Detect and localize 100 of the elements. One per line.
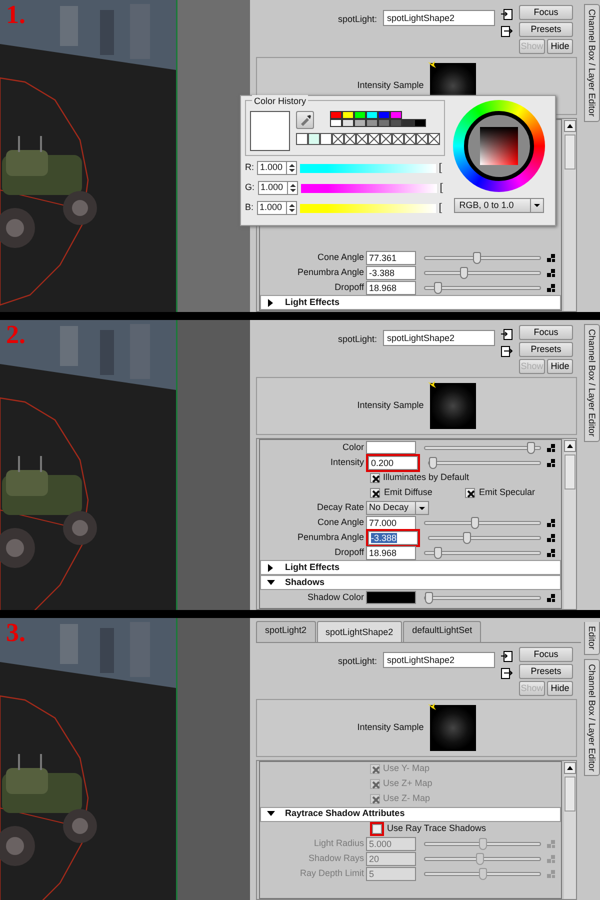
expanded-triangle-icon[interactable] [267,578,275,586]
section-header[interactable]: Raytrace Shadow Attributes [260,806,561,822]
color-gradient-bar[interactable] [300,204,436,212]
color-gradient-bar[interactable] [300,164,436,172]
slider-thumb[interactable] [471,516,479,528]
input-connections-icon[interactable] [501,329,513,340]
slider-thumb[interactable] [425,592,433,604]
button[interactable]: Presets [519,342,573,357]
input-connections-icon[interactable] [501,650,513,662]
button[interactable]: Focus [519,325,573,340]
dropdown[interactable]: No Decay [366,500,429,514]
slider-thumb[interactable] [473,252,482,264]
map-button-icon[interactable] [547,518,555,526]
input-field[interactable]: -3.388 [368,530,418,544]
input-field[interactable]: spotLightShape2 [383,652,495,668]
tab[interactable]: spotLightShape2 [316,621,402,642]
spinner-arrows-icon[interactable] [286,202,296,214]
color-swatch[interactable] [366,591,416,604]
output-connections-icon[interactable] [501,668,513,678]
button[interactable]: Focus [519,5,573,20]
side-tab[interactable]: Channel Box / Layer Editor [584,324,600,442]
input-field[interactable]: 0.200 [368,456,418,470]
collapsed-triangle-icon[interactable] [267,298,275,306]
palette-swatch[interactable] [354,111,366,119]
palette-swatch[interactable] [366,119,378,127]
tab[interactable]: spotLight2 [256,621,316,642]
input-connections-icon[interactable] [501,9,513,20]
caret-icon[interactable] [414,502,428,514]
input-field[interactable]: 77.000 [366,516,416,530]
palette-swatch[interactable] [378,111,390,119]
palette-swatch[interactable] [402,119,414,127]
collapsed-triangle-icon[interactable] [267,564,275,572]
dropdown[interactable]: RGB, 0 to 1.0 [454,198,544,213]
channel-label: B: [245,201,254,214]
checkbox[interactable] [464,488,475,498]
button[interactable]: Presets [519,22,573,37]
color-gradient-bar[interactable] [300,184,437,192]
field-label: spotLight: [338,13,377,26]
palette-swatch[interactable] [330,111,342,119]
expanded-triangle-icon[interactable] [267,810,275,818]
input-field[interactable]: 77.361 [366,250,416,264]
checkbox-label: Use Ray Trace Shadows [387,822,486,836]
spinner-arrows-icon[interactable] [286,182,297,194]
tab[interactable]: defaultLightSet [403,621,482,642]
palette-swatch[interactable] [390,119,402,127]
input-field[interactable]: spotLightShape2 [383,330,495,346]
section-header[interactable]: Light Effects [260,560,561,575]
palette-swatch[interactable] [342,111,354,119]
color-swatch[interactable] [366,441,416,454]
button[interactable]: Presets [519,664,573,678]
spinner-arrows-icon[interactable] [286,162,296,174]
palette-swatch[interactable] [390,111,402,119]
button[interactable]: Hide [547,359,573,374]
slider-thumb[interactable] [429,456,437,468]
checkbox[interactable] [370,488,380,498]
button[interactable]: Hide [547,680,573,696]
map-button-icon[interactable] [547,548,555,556]
history-swatch[interactable] [296,133,308,145]
output-connections-icon[interactable] [501,346,513,357]
map-button-icon[interactable] [547,458,555,466]
checkbox[interactable] [370,472,380,482]
attribute-label: Color [341,440,364,454]
input-field[interactable]: -3.388 [366,266,416,280]
history-swatch[interactable] [320,133,332,145]
palette-swatch[interactable] [330,119,342,127]
button[interactable]: Focus [519,646,573,662]
map-button-icon[interactable] [547,268,555,276]
side-tab[interactable]: Editor [584,622,600,655]
number-spinner[interactable]: 1.000 [258,181,298,195]
map-button-icon[interactable] [547,284,555,292]
palette-swatch[interactable] [342,119,354,127]
input-field[interactable]: spotLightShape2 [383,10,495,26]
input-field[interactable]: 18.968 [366,546,416,560]
input-field[interactable]: 18.968 [366,280,416,294]
palette-swatch[interactable] [354,119,366,127]
palette-swatch[interactable] [366,111,378,119]
section-header[interactable]: Light Effects [260,295,561,310]
section-header[interactable]: Shadows [260,575,561,590]
slider-thumb[interactable] [434,546,442,558]
history-swatch[interactable] [308,133,320,145]
light-icon [426,380,437,390]
slider-thumb[interactable] [460,266,468,278]
attribute-label: Cone Angle [316,516,364,529]
map-button-icon[interactable] [547,594,555,602]
slider-thumb[interactable] [434,282,442,294]
output-connections-icon[interactable] [501,26,513,37]
palette-swatch[interactable] [414,119,426,127]
map-button-icon[interactable] [547,444,555,452]
button[interactable]: Hide [547,39,573,54]
side-tab[interactable]: Channel Box / Layer Editor [584,4,600,122]
palette-swatch[interactable] [378,119,390,127]
map-button-icon[interactable] [547,254,555,262]
slider-thumb[interactable] [462,532,471,544]
side-tab[interactable]: Channel Box / Layer Editor [584,658,600,776]
number-spinner[interactable]: 1.000 [256,201,297,215]
attribute-label: Shadow Rays [307,852,364,866]
slider-thumb[interactable] [526,442,535,454]
caret-icon[interactable] [530,199,543,212]
number-spinner[interactable]: 1.000 [257,161,297,175]
map-button-icon[interactable] [547,534,555,542]
